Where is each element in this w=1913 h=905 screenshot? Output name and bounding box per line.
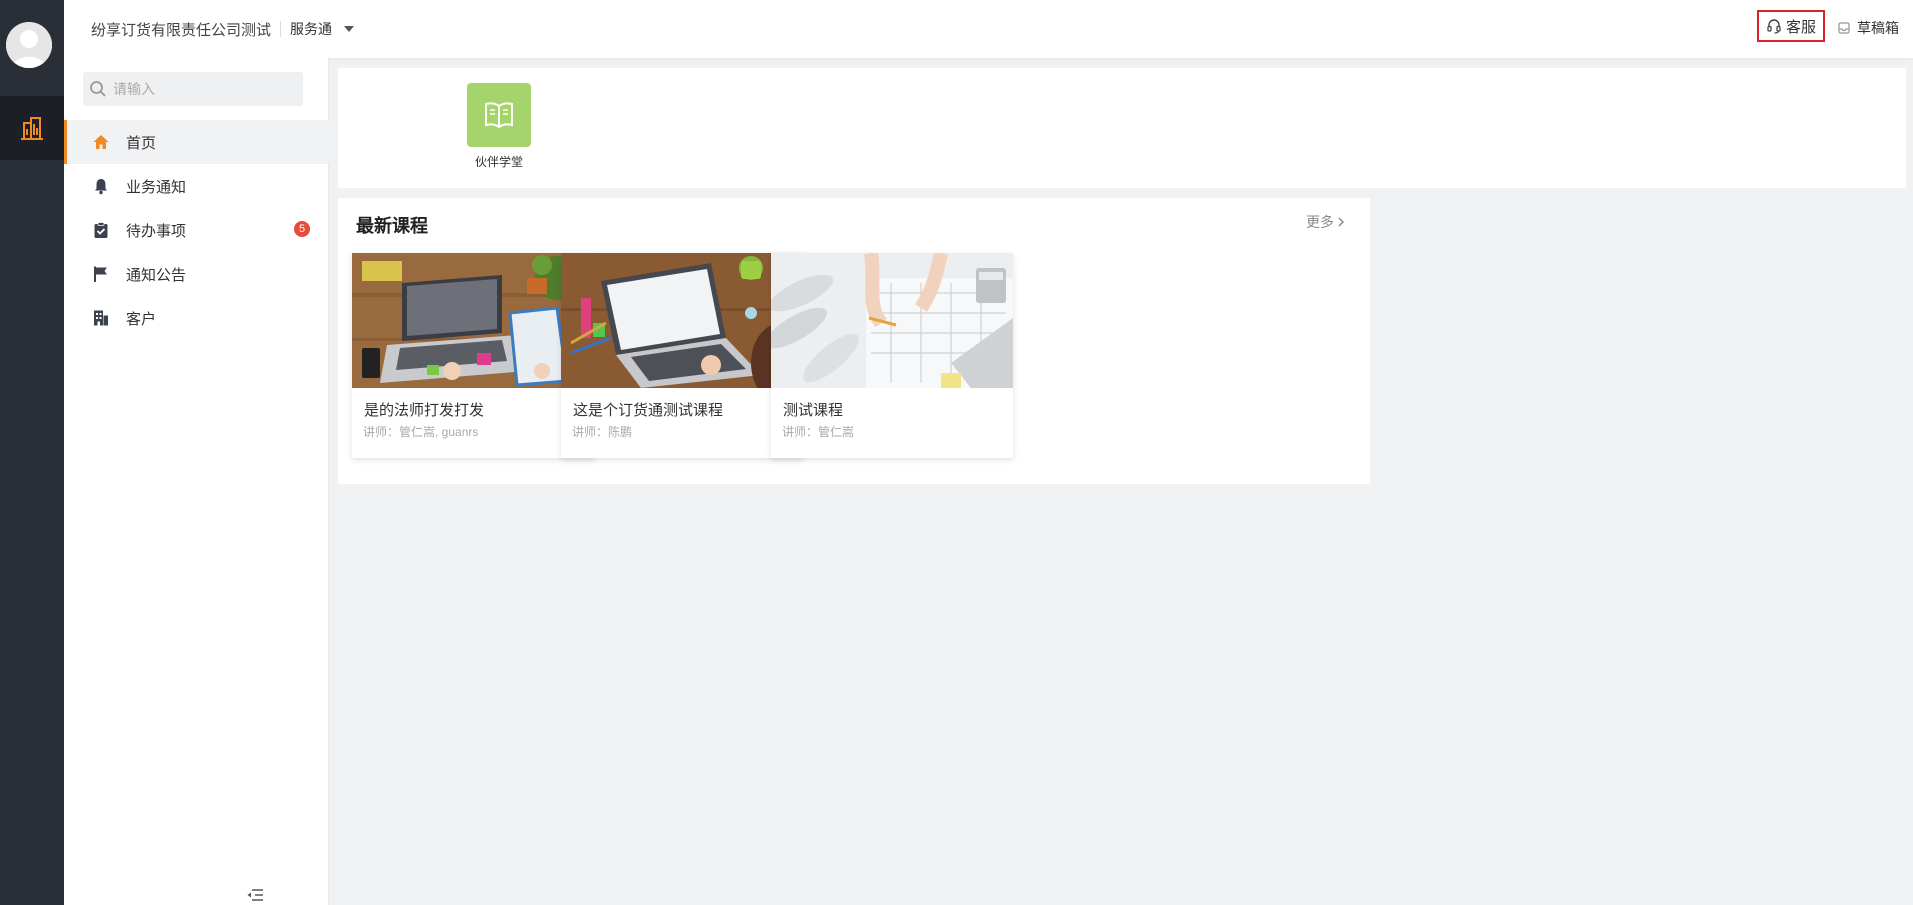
more-label: 更多 bbox=[1306, 214, 1334, 230]
sidebar-item-label: 首页 bbox=[126, 134, 157, 152]
home-icon bbox=[93, 135, 109, 149]
course-teacher: 讲师：管仁嵩 bbox=[782, 425, 855, 439]
product-switcher[interactable]: 服务通 bbox=[290, 19, 355, 39]
sidebar-item-label: 待办事项 bbox=[126, 222, 187, 240]
top-bar: 纷享订货有限责任公司测试 服务通 客服 草稿箱 bbox=[64, 0, 1913, 58]
search-box bbox=[83, 72, 303, 106]
drafts-label: 草稿箱 bbox=[1857, 20, 1899, 36]
customer-service-button[interactable]: 客服 bbox=[1757, 10, 1825, 42]
building-chart-icon bbox=[21, 117, 43, 140]
quick-link-partner-academy[interactable]: 伙伴学堂 bbox=[467, 83, 531, 170]
drafts-box-icon bbox=[1838, 22, 1850, 34]
sidebar-item-label: 客户 bbox=[126, 310, 157, 328]
sidebar-item-home[interactable]: 首页 bbox=[64, 120, 329, 164]
course-title: 这是个订货通测试课程 bbox=[573, 402, 724, 419]
course-teacher: 讲师：陈鹏 bbox=[572, 425, 633, 439]
company-name: 纷享订货有限责任公司测试 bbox=[91, 21, 272, 39]
customer-service-label: 客服 bbox=[1785, 18, 1816, 36]
course-card[interactable]: 这是个订货通测试课程 讲师：陈鹏 bbox=[561, 253, 803, 458]
headset-icon bbox=[1767, 19, 1781, 34]
sidebar-item-business-notice[interactable]: 业务通知 bbox=[64, 164, 329, 208]
collapse-sidebar-button[interactable] bbox=[246, 888, 264, 905]
quick-links-panel: 伙伴学堂 bbox=[338, 68, 1906, 188]
course-thumbnail-laptop-desk bbox=[352, 253, 594, 388]
course-title: 测试课程 bbox=[783, 402, 844, 419]
sidebar-item-label: 业务通知 bbox=[126, 178, 187, 196]
building-icon bbox=[94, 310, 108, 326]
sidebar-item-label: 通知公告 bbox=[126, 266, 187, 284]
search-input[interactable] bbox=[113, 81, 293, 97]
collapse-menu-icon bbox=[247, 889, 263, 901]
course-title: 是的法师打发打发 bbox=[364, 402, 485, 419]
sidebar-item-todo[interactable]: 待办事项 5 bbox=[64, 208, 329, 252]
latest-courses-panel: 最新课程 更多 是的法师打发打发 讲师：管仁嵩, guanrs 这是个订货通测试… bbox=[338, 198, 1370, 484]
quick-link-icon-box bbox=[467, 83, 531, 147]
section-title: 最新课程 bbox=[356, 216, 428, 236]
course-thumbnail-blueprints bbox=[771, 253, 1013, 388]
sidebar: 首页 业务通知 待办事项 5 通知公告 bbox=[64, 58, 329, 905]
more-link[interactable]: 更多 bbox=[1306, 212, 1344, 232]
avatar-icon bbox=[6, 22, 52, 68]
sidebar-item-announcement[interactable]: 通知公告 bbox=[64, 252, 329, 296]
rail-item-home[interactable] bbox=[0, 96, 64, 160]
course-card[interactable]: 是的法师打发打发 讲师：管仁嵩, guanrs bbox=[352, 253, 594, 458]
course-card[interactable]: 测试课程 讲师：管仁嵩 bbox=[771, 253, 1013, 458]
flag-icon bbox=[94, 266, 107, 282]
course-thumbnail-laptop-typing bbox=[561, 253, 803, 388]
open-book-icon bbox=[485, 102, 513, 129]
caret-down-icon bbox=[344, 26, 355, 32]
search-icon bbox=[90, 81, 106, 97]
sidebar-menu: 首页 业务通知 待办事项 5 通知公告 客户 bbox=[64, 120, 329, 340]
drafts-button[interactable]: 草稿箱 bbox=[1837, 18, 1899, 38]
avatar[interactable] bbox=[6, 22, 52, 68]
divider bbox=[280, 21, 282, 37]
app-rail bbox=[0, 0, 64, 905]
clipboard-check-icon bbox=[94, 222, 108, 238]
bell-icon bbox=[95, 179, 107, 195]
product-name: 服务通 bbox=[290, 21, 333, 37]
chevron-right-icon bbox=[1338, 217, 1344, 227]
course-teacher: 讲师：管仁嵩, guanrs bbox=[363, 425, 479, 439]
sidebar-item-customer[interactable]: 客户 bbox=[64, 296, 329, 340]
quick-link-label: 伙伴学堂 bbox=[474, 155, 523, 169]
todo-count-badge: 5 bbox=[294, 221, 310, 237]
